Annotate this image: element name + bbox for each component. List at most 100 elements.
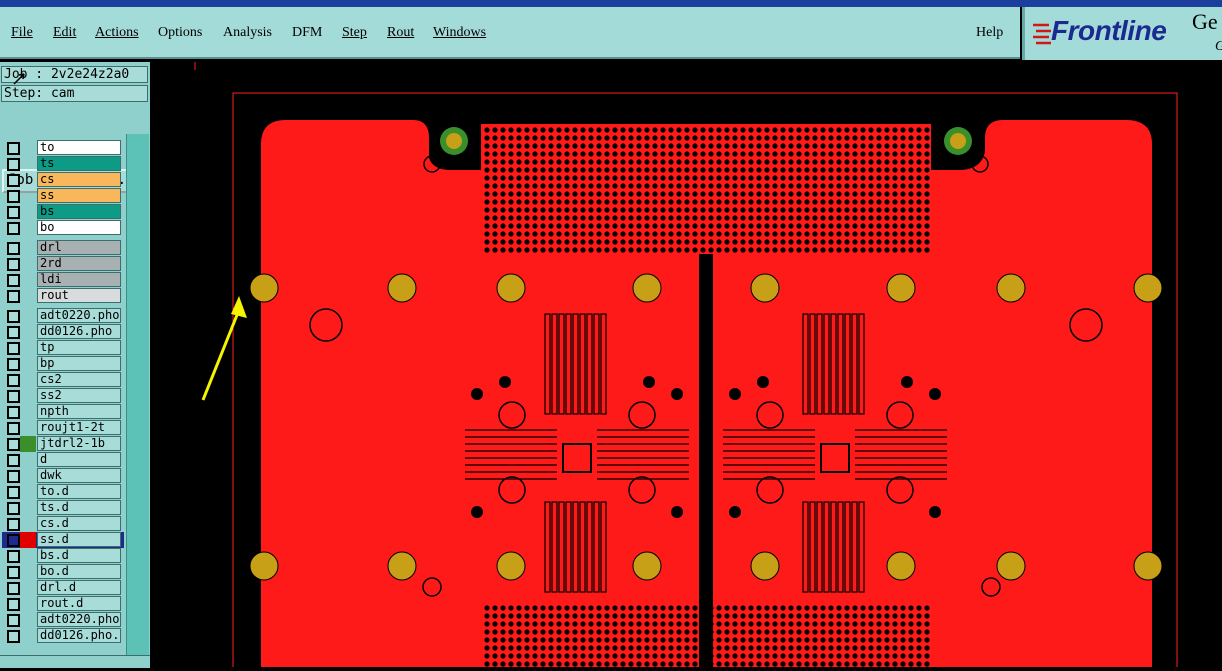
menu-actions[interactable]: Actions — [95, 25, 139, 41]
layer-name[interactable]: cs.d — [37, 516, 121, 531]
layer-checkbox[interactable] — [7, 390, 20, 403]
layer-row[interactable]: ss.d — [2, 532, 124, 548]
layer-row[interactable]: dd0126.pho — [2, 324, 124, 340]
layer-row[interactable]: ss — [2, 188, 124, 204]
layer-name[interactable]: bs.d — [37, 548, 121, 563]
layer-name[interactable]: to.d — [37, 484, 121, 499]
layer-checkbox[interactable] — [7, 534, 20, 547]
layer-name[interactable]: drl — [37, 240, 121, 255]
layer-row[interactable]: to.d — [2, 484, 124, 500]
layer-checkbox[interactable] — [7, 290, 20, 303]
layer-name[interactable]: bs — [37, 204, 121, 219]
layer-checkbox[interactable] — [7, 438, 20, 451]
layer-checkbox[interactable] — [7, 470, 20, 483]
layer-row[interactable]: rout — [2, 288, 124, 304]
layer-name[interactable]: roujt1-2t — [37, 420, 121, 435]
layer-checkbox[interactable] — [7, 222, 20, 235]
menu-step[interactable]: Step — [342, 25, 367, 41]
menu-dfm[interactable]: DFM — [292, 25, 322, 41]
layer-checkbox[interactable] — [7, 566, 20, 579]
layer-checkbox[interactable] — [7, 342, 20, 355]
layer-row[interactable]: ss2 — [2, 388, 124, 404]
layer-name[interactable]: ts — [37, 156, 121, 171]
layer-row[interactable]: bo.d — [2, 564, 124, 580]
layer-name[interactable]: 2rd — [37, 256, 121, 271]
layer-row[interactable]: ldi — [2, 272, 124, 288]
layer-name[interactable]: d — [37, 452, 121, 467]
layer-checkbox[interactable] — [7, 174, 20, 187]
layer-checkbox[interactable] — [7, 310, 20, 323]
layer-checkbox[interactable] — [7, 486, 20, 499]
menu-windows[interactable]: Windows — [433, 25, 486, 41]
layer-name[interactable]: adt0220.pho — [37, 308, 121, 323]
layer-row[interactable]: jtdrl2-1b — [2, 436, 124, 452]
layer-row[interactable]: adt0220.pho — [2, 308, 124, 324]
layer-row[interactable]: tp — [2, 340, 124, 356]
layer-name[interactable]: dd0126.pho — [37, 324, 121, 339]
layer-checkbox[interactable] — [7, 242, 20, 255]
layer-checkbox[interactable] — [7, 582, 20, 595]
layer-checkbox[interactable] — [7, 374, 20, 387]
layer-row[interactable]: roujt1-2t — [2, 420, 124, 436]
layer-checkbox[interactable] — [7, 598, 20, 611]
layer-name[interactable]: ts.d — [37, 500, 121, 515]
layer-row[interactable]: dwk — [2, 468, 124, 484]
layer-row[interactable]: d — [2, 452, 124, 468]
layer-name[interactable]: ldi — [37, 272, 121, 287]
layer-checkbox[interactable] — [7, 358, 20, 371]
layer-name[interactable]: npth — [37, 404, 121, 419]
layer-name[interactable]: to — [37, 140, 121, 155]
layer-row[interactable]: bo — [2, 220, 124, 236]
layer-checkbox[interactable] — [7, 422, 20, 435]
layer-checkbox[interactable] — [7, 518, 20, 531]
layer-name[interactable]: jtdrl2-1b — [37, 436, 121, 451]
layer-row[interactable]: cs2 — [2, 372, 124, 388]
layer-checkbox[interactable] — [7, 158, 20, 171]
pcb-board-view[interactable] — [151, 62, 1222, 671]
layer-checkbox[interactable] — [7, 502, 20, 515]
layer-name[interactable]: tp — [37, 340, 121, 355]
menu-edit[interactable]: Edit — [53, 25, 76, 41]
layer-row[interactable]: cs — [2, 172, 124, 188]
layer-name[interactable]: dd0126.pho.c — [37, 628, 121, 643]
layer-checkbox[interactable] — [7, 206, 20, 219]
layer-row[interactable]: bs.d — [2, 548, 124, 564]
layer-row[interactable]: bs — [2, 204, 124, 220]
layer-name[interactable]: adt0220.pho — [37, 612, 121, 627]
layer-checkbox[interactable] — [7, 630, 20, 643]
graphics-canvas[interactable] — [151, 62, 1222, 671]
layer-name[interactable]: rout — [37, 288, 121, 303]
layer-checkbox[interactable] — [7, 274, 20, 287]
layer-name[interactable]: bp — [37, 356, 121, 371]
layer-row[interactable]: drl.d — [2, 580, 124, 596]
layer-checkbox[interactable] — [7, 326, 20, 339]
layer-checkbox[interactable] — [7, 142, 20, 155]
layer-checkbox[interactable] — [7, 614, 20, 627]
menu-file[interactable]: File — [11, 25, 33, 41]
layer-row[interactable]: bp — [2, 356, 124, 372]
layer-name[interactable]: ss.d — [37, 532, 121, 547]
layer-row[interactable]: 2rd — [2, 256, 124, 272]
layer-row[interactable]: drl — [2, 240, 124, 256]
menu-rout[interactable]: Rout — [387, 25, 414, 41]
layer-row[interactable]: ts — [2, 156, 124, 172]
layer-row[interactable]: cs.d — [2, 516, 124, 532]
layer-name[interactable]: ss2 — [37, 388, 121, 403]
layer-checkbox[interactable] — [7, 258, 20, 271]
layer-name[interactable]: bo — [37, 220, 121, 235]
layer-checkbox[interactable] — [7, 406, 20, 419]
layer-row[interactable]: to — [2, 140, 124, 156]
menu-analysis[interactable]: Analysis — [223, 25, 272, 41]
layer-checkbox[interactable] — [7, 454, 20, 467]
layer-name[interactable]: dwk — [37, 468, 121, 483]
layer-row[interactable]: dd0126.pho.c — [2, 628, 124, 644]
layer-row[interactable]: rout.d — [2, 596, 124, 612]
layer-name[interactable]: rout.d — [37, 596, 121, 611]
layer-row[interactable]: npth — [2, 404, 124, 420]
layer-row[interactable]: adt0220.pho — [2, 612, 124, 628]
menu-options[interactable]: Options — [158, 25, 202, 41]
layer-list-scrollbar[interactable] — [126, 134, 149, 655]
layer-name[interactable]: drl.d — [37, 580, 121, 595]
layer-checkbox[interactable] — [7, 550, 20, 563]
layer-name[interactable]: bo.d — [37, 564, 121, 579]
